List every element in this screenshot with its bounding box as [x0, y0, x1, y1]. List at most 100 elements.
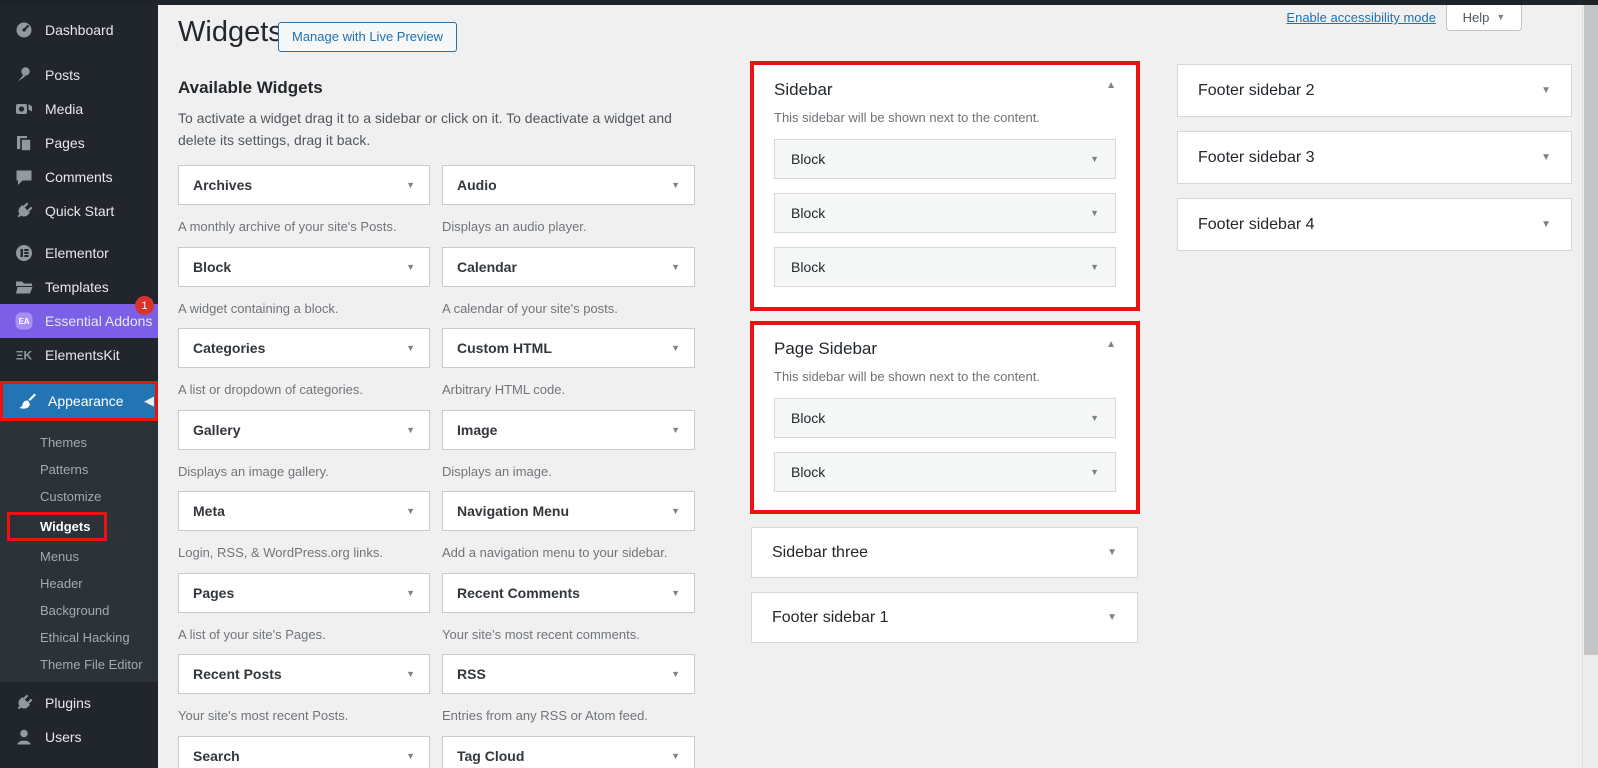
media-camera-icon	[14, 99, 34, 119]
chevron-down-icon[interactable]: ▼	[406, 180, 415, 190]
widget-card[interactable]: Categories ▼	[178, 328, 430, 368]
block-widget-label: Block	[791, 151, 825, 167]
chevron-down-icon[interactable]: ▼	[406, 506, 415, 516]
sidebar-item-dashboard[interactable]: Dashboard	[0, 13, 158, 47]
sidebar-item-templates[interactable]: Templates	[0, 270, 158, 304]
scrollbar-thumb[interactable]	[1584, 0, 1598, 655]
sidebar-item-elementor[interactable]: Elementor	[0, 236, 158, 270]
help-button[interactable]: Help ▼	[1446, 3, 1522, 31]
widget-description: Add a navigation menu to your sidebar.	[442, 545, 695, 560]
block-widget-row[interactable]: Block ▼	[774, 398, 1116, 438]
chevron-down-icon[interactable]: ▼	[406, 669, 415, 679]
chevron-down-icon[interactable]: ▼	[406, 343, 415, 353]
chevron-down-icon[interactable]: ▼	[671, 588, 680, 598]
widget-card[interactable]: Meta ▼	[178, 491, 430, 531]
widget-name: Navigation Menu	[457, 503, 569, 519]
sidebar-item-appearance[interactable]: Appearance ◀	[3, 384, 155, 418]
chevron-down-icon[interactable]: ▼	[1107, 612, 1117, 623]
page-sidebar-panel-header[interactable]: Page Sidebar ▲	[774, 339, 1116, 359]
chevron-down-icon[interactable]: ▼	[671, 669, 680, 679]
chevron-up-icon[interactable]: ▲	[1106, 80, 1116, 91]
widget-card[interactable]: Recent Comments ▼	[442, 573, 695, 613]
submenu-item-header[interactable]: Header	[0, 570, 158, 597]
block-widget-row[interactable]: Block ▼	[774, 452, 1116, 492]
enable-accessibility-link[interactable]: Enable accessibility mode	[1286, 10, 1436, 25]
sidebar-item-plugins[interactable]: Plugins	[0, 686, 158, 720]
widget-card[interactable]: Tag Cloud ▼	[442, 736, 695, 768]
submenu-item-themes[interactable]: Themes	[0, 429, 158, 456]
sidebar-item-comments[interactable]: Comments	[0, 160, 158, 194]
widget-name: Recent Comments	[457, 585, 580, 601]
widget-card[interactable]: Pages ▼	[178, 573, 430, 613]
manage-live-preview-button[interactable]: Manage with Live Preview	[278, 22, 457, 52]
widget-card[interactable]: Recent Posts ▼	[178, 654, 430, 694]
sidebar-item-elementskit[interactable]: ΞK ElementsKit	[0, 338, 158, 372]
widget-description: A list of your site's Pages.	[178, 627, 430, 642]
sidebar-item-posts[interactable]: Posts	[0, 58, 158, 92]
widget-card[interactable]: Custom HTML ▼	[442, 328, 695, 368]
chevron-down-icon[interactable]: ▼	[1090, 467, 1099, 477]
chevron-down-icon[interactable]: ▼	[1090, 262, 1099, 272]
footer-sidebar-3-panel[interactable]: Footer sidebar 3 ▼	[1177, 131, 1572, 184]
chevron-down-icon[interactable]: ▼	[1090, 413, 1099, 423]
widget-card[interactable]: Gallery ▼	[178, 410, 430, 450]
submenu-item-customize[interactable]: Customize	[0, 483, 158, 510]
widget-cell-audio: Audio ▼ Displays an audio player.	[442, 165, 695, 247]
widget-description: Displays an image gallery.	[178, 464, 430, 479]
sidebar-item-label: Templates	[45, 279, 109, 295]
widget-card[interactable]: Audio ▼	[442, 165, 695, 205]
chevron-down-icon[interactable]: ▼	[1090, 208, 1099, 218]
chevron-down-icon[interactable]: ▼	[406, 751, 415, 761]
submenu-item-ethical-hacking[interactable]: Ethical Hacking	[0, 624, 158, 651]
widget-card[interactable]: Block ▼	[178, 247, 430, 287]
sidebar-three-panel[interactable]: Sidebar three ▼	[751, 527, 1138, 578]
sidebar-item-pages[interactable]: Pages	[0, 126, 158, 160]
chevron-down-icon[interactable]: ▼	[1107, 547, 1117, 558]
submenu-item-background[interactable]: Background	[0, 597, 158, 624]
chevron-down-icon[interactable]: ▼	[671, 751, 680, 761]
widget-card[interactable]: Search ▼	[178, 736, 430, 768]
panel-title: Footer sidebar 1	[772, 609, 889, 627]
submenu-item-widgets-current[interactable]: Widgets	[7, 512, 107, 541]
footer-sidebar-2-panel[interactable]: Footer sidebar 2 ▼	[1177, 64, 1572, 117]
page-sidebar-panel-title: Page Sidebar	[774, 339, 877, 359]
chevron-down-icon[interactable]: ▼	[671, 506, 680, 516]
submenu-item-theme-file-editor[interactable]: Theme File Editor	[0, 651, 158, 678]
vertical-scrollbar[interactable]	[1582, 0, 1598, 768]
widget-card[interactable]: RSS ▼	[442, 654, 695, 694]
chevron-down-icon[interactable]: ▼	[1541, 85, 1551, 96]
block-widget-row[interactable]: Block ▼	[774, 193, 1116, 233]
sidebar-item-label: Media	[45, 101, 83, 117]
widget-name: Archives	[193, 177, 252, 193]
chevron-up-icon[interactable]: ▲	[1106, 339, 1116, 350]
sidebar-item-quick-start[interactable]: Quick Start	[0, 194, 158, 228]
sidebar-panel-header[interactable]: Sidebar ▲	[774, 80, 1116, 100]
widget-card[interactable]: Image ▼	[442, 410, 695, 450]
chevron-down-icon[interactable]: ▼	[1090, 154, 1099, 164]
dashboard-gauge-icon	[14, 20, 34, 40]
widget-card[interactable]: Calendar ▼	[442, 247, 695, 287]
block-widget-row[interactable]: Block ▼	[774, 139, 1116, 179]
chevron-down-icon[interactable]: ▼	[1541, 152, 1551, 163]
chevron-down-icon[interactable]: ▼	[406, 425, 415, 435]
chevron-down-icon[interactable]: ▼	[671, 425, 680, 435]
chevron-down-icon[interactable]: ▼	[1541, 219, 1551, 230]
sidebar-item-essential-addons[interactable]: EA Essential Addons 1	[0, 304, 158, 338]
chevron-down-icon[interactable]: ▼	[671, 180, 680, 190]
footer-sidebar-1-panel[interactable]: Footer sidebar 1 ▼	[751, 592, 1138, 643]
widget-description: A calendar of your site's posts.	[442, 301, 695, 316]
submenu-item-patterns[interactable]: Patterns	[0, 456, 158, 483]
block-widget-row[interactable]: Block ▼	[774, 247, 1116, 287]
widget-card[interactable]: Navigation Menu ▼	[442, 491, 695, 531]
sidebar-item-media[interactable]: Media	[0, 92, 158, 126]
panel-title: Footer sidebar 4	[1198, 216, 1315, 234]
submenu-item-menus[interactable]: Menus	[0, 543, 158, 570]
widget-description: Your site's most recent comments.	[442, 627, 695, 642]
chevron-down-icon[interactable]: ▼	[406, 262, 415, 272]
chevron-down-icon[interactable]: ▼	[671, 343, 680, 353]
chevron-down-icon[interactable]: ▼	[671, 262, 680, 272]
footer-sidebar-4-panel[interactable]: Footer sidebar 4 ▼	[1177, 198, 1572, 251]
sidebar-item-users[interactable]: Users	[0, 720, 158, 754]
widget-card[interactable]: Archives ▼	[178, 165, 430, 205]
chevron-down-icon[interactable]: ▼	[406, 588, 415, 598]
